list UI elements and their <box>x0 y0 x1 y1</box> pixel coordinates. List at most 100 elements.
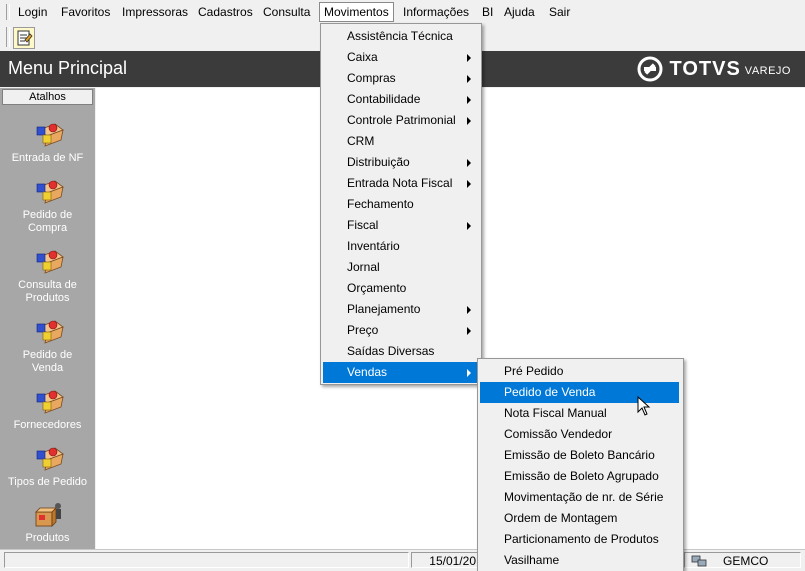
shortcut-label: Tipos de Pedido <box>7 476 88 488</box>
menu-item-fiscal[interactable]: Fiscal <box>323 215 477 236</box>
menu-item-label: Compras <box>347 71 396 85</box>
shapes-icon <box>36 320 64 344</box>
shapes-icon <box>36 390 64 414</box>
menu-item-inventario[interactable]: Inventário <box>323 236 477 257</box>
menu-item-contabilidade[interactable]: Contabilidade <box>323 89 477 110</box>
shortcut-label: Consulta de <box>18 279 77 291</box>
shortcut-entrada-nf[interactable]: Entrada de NF <box>0 120 95 165</box>
submenu-arrow-icon <box>467 369 471 377</box>
shortcut-pedido-compra[interactable]: Pedido de Compra <box>0 177 95 235</box>
notepad-icon <box>17 30 33 46</box>
menu-item-planejamento[interactable]: Planejamento <box>323 299 477 320</box>
menu-login[interactable]: Login <box>14 3 51 21</box>
vendas-submenu: Pré Pedido Pedido de Venda Nota Fiscal M… <box>477 358 684 571</box>
submenu-arrow-icon <box>467 180 471 188</box>
mouse-cursor-icon <box>637 396 651 416</box>
menu-item-label: Contabilidade <box>347 92 421 106</box>
submenu-arrow-icon <box>467 306 471 314</box>
status-bar: 15/01/20 GEMCO <box>0 549 805 571</box>
submenu-arrow-icon <box>467 54 471 62</box>
menu-item-orcamento[interactable]: Orçamento <box>323 278 477 299</box>
menu-bar: Login Favoritos Impressoras Cadastros Co… <box>0 0 805 25</box>
shortcut-pedido-venda[interactable]: Pedido de Venda <box>0 317 95 375</box>
menu-item-fechamento[interactable]: Fechamento <box>323 194 477 215</box>
menubar-grip[interactable] <box>6 4 10 20</box>
menu-item-label: Entrada Nota Fiscal <box>347 176 453 190</box>
shortcut-tipos-pedido[interactable]: Tipos de Pedido <box>0 444 95 489</box>
menu-sair[interactable]: Sair <box>545 3 574 21</box>
submenu-arrow-icon <box>467 117 471 125</box>
shortcut-label: Entrada de NF <box>11 152 84 164</box>
submenu-item-particionamento[interactable]: Particionamento de Produtos <box>480 529 679 550</box>
menu-item-saidas-diversas[interactable]: Saídas Diversas <box>323 341 477 362</box>
submenu-item-ordem-montagem[interactable]: Ordem de Montagem <box>480 508 679 529</box>
submenu-arrow-icon <box>467 96 471 104</box>
menu-movimentos[interactable]: Movimentos <box>319 2 394 22</box>
menu-item-assistencia-tecnica[interactable]: Assistência Técnica <box>323 26 477 47</box>
menu-bi[interactable]: BI <box>478 3 497 21</box>
totvs-logo-icon <box>637 56 663 82</box>
menu-item-caixa[interactable]: Caixa <box>323 47 477 68</box>
menu-item-vendas[interactable]: Vendas <box>323 362 477 383</box>
shortcut-fornecedores[interactable]: Fornecedores <box>0 387 95 432</box>
shortcut-consulta-produtos[interactable]: Consulta de Produtos <box>0 247 95 305</box>
submenu-item-boleto-bancario[interactable]: Emissão de Boleto Bancário <box>480 445 679 466</box>
status-panel-company: GEMCO <box>684 552 801 568</box>
submenu-arrow-icon <box>467 222 471 230</box>
submenu-arrow-icon <box>467 327 471 335</box>
shortcut-label-line2: Venda <box>31 362 64 374</box>
submenu-item-vasilhame[interactable]: Vasilhame <box>480 550 679 571</box>
menu-item-preco[interactable]: Preço <box>323 320 477 341</box>
menu-ajuda[interactable]: Ajuda <box>500 3 539 21</box>
shortcuts-sidebar: Atalhos Entrada de NF Pedido de Compra C… <box>0 88 95 549</box>
menu-informacoes[interactable]: Informações <box>399 3 473 21</box>
box-person-icon <box>34 503 61 527</box>
menu-item-label: Caixa <box>347 50 378 64</box>
menu-item-label: Distribuição <box>347 155 410 169</box>
shortcut-produtos[interactable]: Produtos <box>0 500 95 545</box>
status-panel-message <box>4 552 409 568</box>
shapes-icon <box>36 123 64 147</box>
menu-item-controle-patrimonial[interactable]: Controle Patrimonial <box>323 110 477 131</box>
shapes-icon <box>36 250 64 274</box>
menu-impressoras[interactable]: Impressoras <box>118 3 192 21</box>
menu-item-label: Fiscal <box>347 218 379 232</box>
shapes-icon <box>36 447 64 471</box>
shapes-icon <box>36 180 64 204</box>
menu-cadastros[interactable]: Cadastros <box>194 3 257 21</box>
menu-item-label: Preço <box>347 323 379 337</box>
menu-item-entrada-nota-fiscal[interactable]: Entrada Nota Fiscal <box>323 173 477 194</box>
menu-item-jornal[interactable]: Jornal <box>323 257 477 278</box>
menu-item-crm[interactable]: CRM <box>323 131 477 152</box>
menu-item-distribuicao[interactable]: Distribuição <box>323 152 477 173</box>
menu-favoritos[interactable]: Favoritos <box>57 3 114 21</box>
network-icon <box>691 555 707 567</box>
menu-item-compras[interactable]: Compras <box>323 68 477 89</box>
company-code: GEMCO <box>723 554 769 568</box>
submenu-item-comissao-vendedor[interactable]: Comissão Vendedor <box>480 424 679 445</box>
submenu-arrow-icon <box>467 75 471 83</box>
submenu-item-movimentacao-serie[interactable]: Movimentação de nr. de Série <box>480 487 679 508</box>
menu-item-label: Vendas <box>347 365 388 379</box>
shortcut-label: Fornecedores <box>13 419 82 431</box>
menu-item-label: Controle Patrimonial <box>347 113 456 127</box>
totvs-logo: TOTVS VAREJO <box>637 56 791 82</box>
shortcut-label-line2: Produtos <box>25 292 70 304</box>
submenu-arrow-icon <box>467 159 471 167</box>
shortcut-label: Pedido de <box>22 349 73 361</box>
submenu-item-pre-pedido[interactable]: Pré Pedido <box>480 361 679 382</box>
status-panel-date: 15/01/20 <box>411 552 481 568</box>
shortcut-label-line2: Compra <box>27 222 68 234</box>
shortcut-label: Pedido de <box>22 209 73 221</box>
toolbar-grip[interactable] <box>6 27 10 47</box>
toolbar-shortcut-button[interactable] <box>13 27 35 49</box>
menu-item-label: Planejamento <box>347 302 421 316</box>
menu-consulta[interactable]: Consulta <box>259 3 314 21</box>
movimentos-dropdown: Assistência Técnica Caixa Compras Contab… <box>320 23 482 385</box>
logo-brand: TOTVS <box>669 57 741 80</box>
shortcut-label: Produtos <box>25 532 70 544</box>
shortcuts-header: Atalhos <box>2 89 93 105</box>
submenu-item-boleto-agrupado[interactable]: Emissão de Boleto Agrupado <box>480 466 679 487</box>
logo-subtitle: VAREJO <box>744 65 791 77</box>
page-title: Menu Principal <box>8 58 128 78</box>
